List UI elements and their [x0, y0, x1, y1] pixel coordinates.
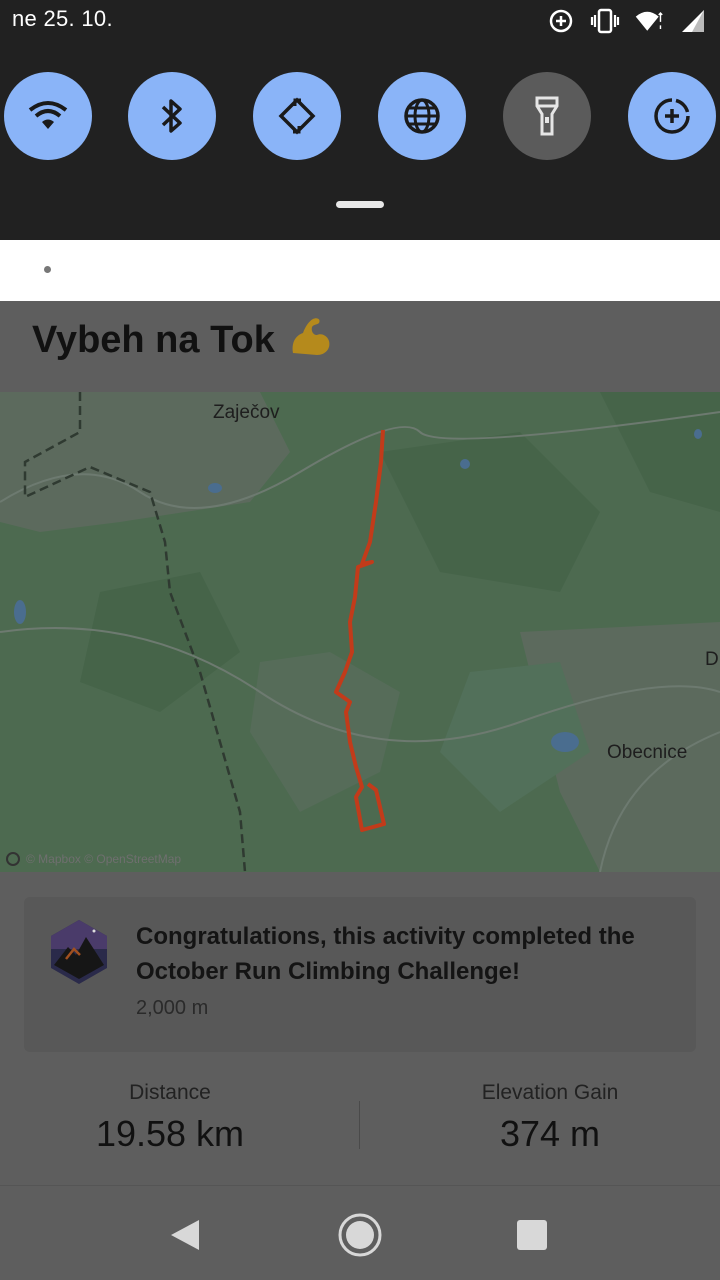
distance-value: 19.58 km — [95, 1113, 245, 1154]
map-graphic — [0, 392, 720, 872]
notification-shade: ne 25. 10. — [0, 0, 720, 240]
distance-stat: Distance 19.58 km — [0, 1071, 340, 1155]
map-attribution-text: © Mapbox © OpenStreetMap — [26, 852, 182, 866]
mapbox-logo-icon — [6, 852, 20, 866]
elevation-value: 374 m — [499, 1113, 601, 1154]
map-label-obecnice: Obecnice — [607, 742, 688, 763]
map-label-edge: Dr — [705, 649, 720, 670]
vibrate-icon — [590, 6, 620, 36]
elevation-stat: Elevation Gain 374 m — [380, 1071, 720, 1155]
flashlight-tile[interactable] — [503, 72, 591, 160]
data-saver-icon — [654, 98, 690, 134]
activity-title-text: Vybeh na Tok — [32, 318, 275, 361]
notification-dot — [44, 266, 51, 273]
recents-button[interactable] — [507, 1210, 557, 1260]
map-label-zajecov: Zaječov — [213, 402, 280, 423]
stats-divider — [359, 1101, 360, 1149]
globe-tile[interactable] — [378, 72, 466, 160]
challenge-card[interactable]: Congratulations, this activity completed… — [24, 897, 696, 1052]
challenge-message: Congratulations, this activity completed… — [136, 923, 635, 985]
challenge-goal: 2,000 m — [136, 997, 209, 1019]
wifi-tile[interactable] — [4, 72, 92, 160]
distance-label: Distance — [129, 1081, 211, 1104]
challenge-badge-icon — [51, 920, 107, 984]
activity-stats: Distance 19.58 km Elevation Gain 374 m — [0, 1071, 720, 1171]
globe-icon — [404, 98, 440, 134]
status-date: ne 25. 10. — [12, 6, 113, 31]
auto-rotate-icon — [278, 97, 316, 135]
data-saver-tile[interactable] — [628, 72, 716, 160]
elevation-label: Elevation Gain — [481, 1081, 619, 1104]
home-icon — [338, 1213, 382, 1257]
home-button[interactable] — [335, 1210, 385, 1260]
route-map[interactable]: Zaječov Obecnice Dr © Mapbox © OpenStree… — [0, 392, 720, 872]
auto-rotate-tile[interactable] — [253, 72, 341, 160]
quick-settings-tiles — [0, 72, 720, 162]
flashlight-icon — [535, 96, 559, 136]
notification-area — [0, 240, 720, 301]
flexed-bicep-emoji — [287, 311, 335, 369]
status-icons — [546, 6, 708, 36]
status-bar: ne 25. 10. — [0, 0, 720, 44]
data-saver-icon — [546, 6, 576, 36]
recents-icon — [517, 1220, 547, 1250]
wifi-icon — [28, 101, 68, 129]
activity-content: Vybeh na Tok Zaječov Obecnice D © Mapbox… — [0, 301, 720, 1185]
bluetooth-tile[interactable] — [128, 72, 216, 160]
activity-title: Vybeh na Tok — [32, 311, 335, 369]
map-attribution[interactable]: © Mapbox © OpenStreetMap — [6, 852, 181, 866]
bluetooth-icon — [161, 99, 182, 133]
wifi-icon — [634, 6, 664, 36]
shade-drag-handle[interactable] — [336, 201, 384, 208]
screen: ne 25. 10. Vybeh na Tok Zaječov Obecnice… — [0, 0, 720, 1280]
back-icon — [171, 1220, 199, 1250]
back-button[interactable] — [160, 1210, 210, 1260]
navigation-bar — [0, 1185, 720, 1280]
cell-signal-icon — [678, 6, 708, 36]
